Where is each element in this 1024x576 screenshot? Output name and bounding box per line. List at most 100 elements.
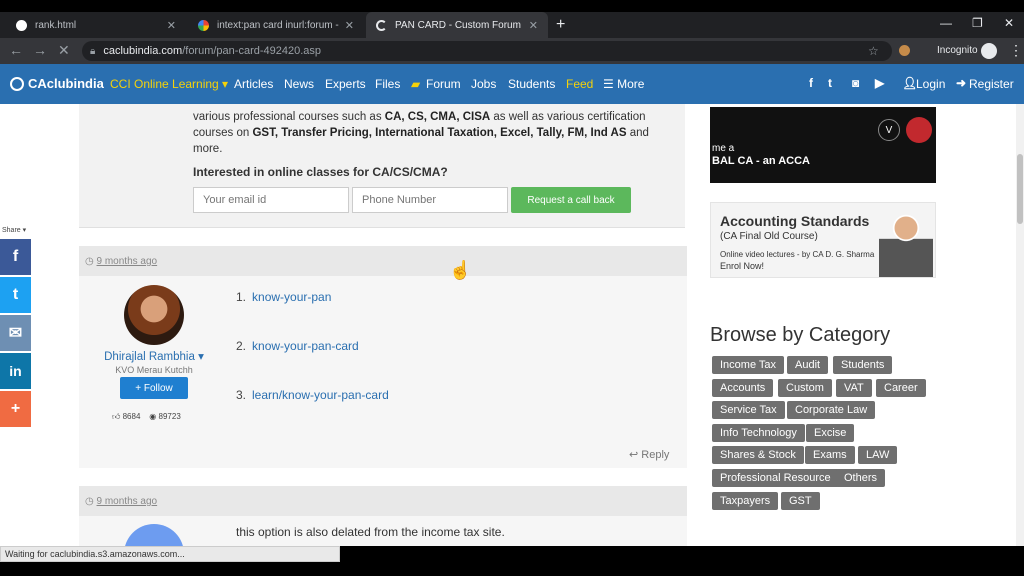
browse-category-title: Browse by Category xyxy=(710,324,891,346)
youtube-icon[interactable]: ▶ xyxy=(875,76,884,90)
category-tag[interactable]: Excise xyxy=(806,424,855,442)
forward-icon[interactable]: → xyxy=(33,42,47,58)
address-bar[interactable]: 🔒︎ caclubindia.com /forum/pan-card-49242… xyxy=(82,41,892,61)
instagram-icon[interactable]: ◙ xyxy=(852,76,859,90)
close-icon[interactable]: ✕ xyxy=(345,19,354,32)
promo-line2-end: and xyxy=(626,127,649,139)
email-input[interactable] xyxy=(193,187,349,213)
nav-forum[interactable]: Forum xyxy=(426,77,461,91)
share-more-icon[interactable]: + xyxy=(0,391,31,427)
request-callback-button[interactable]: Request a call back xyxy=(511,187,631,213)
nav-more[interactable]: ☰ More xyxy=(603,77,644,91)
banner2-cta: Enrol Now! xyxy=(720,261,765,271)
share-email-icon[interactable]: ✉ xyxy=(0,315,31,351)
category-tag[interactable]: Professional Resource xyxy=(712,469,839,487)
list-link[interactable]: know-your-pan-card xyxy=(252,339,359,353)
post-header: ◷ 9 months ago xyxy=(79,246,687,276)
category-tag[interactable]: Shares & Stock xyxy=(712,446,804,464)
stop-icon[interactable]: ✕ xyxy=(58,42,70,59)
category-tag[interactable]: Info Technology xyxy=(712,424,805,442)
category-tag[interactable]: VAT xyxy=(836,379,872,397)
share-linkedin-icon[interactable]: in xyxy=(0,353,31,389)
signin-icon: ➜ xyxy=(956,76,967,90)
back-icon[interactable]: ← xyxy=(9,42,23,58)
login-link[interactable]: Login xyxy=(916,77,945,91)
bookmark-star-icon[interactable]: ☆ xyxy=(868,44,879,58)
avatar[interactable] xyxy=(124,285,184,345)
close-icon[interactable]: ✕ xyxy=(529,19,538,32)
thumbs-up-icon: 👍︎ xyxy=(112,412,121,421)
register-link[interactable]: Register xyxy=(969,77,1014,91)
browser-tab-rank[interactable]: rank.html ✕ xyxy=(6,12,186,38)
reply-button[interactable]: ↩ Reply xyxy=(629,448,669,461)
hand-cursor-icon: ☝ xyxy=(449,260,472,280)
category-tag[interactable]: LAW xyxy=(858,446,898,464)
category-tag[interactable]: Accounts xyxy=(712,379,774,397)
list-link[interactable]: know-your-pan xyxy=(252,290,331,304)
nav-jobs[interactable]: Jobs xyxy=(471,77,496,91)
category-tag[interactable]: Audit xyxy=(787,356,829,374)
promo-text: various professional courses such as CA,… xyxy=(193,109,673,157)
category-tag[interactable]: Students xyxy=(833,356,893,374)
user-stats: 👍︎ 8684 ◉ 89723 xyxy=(112,412,181,422)
browser-tab-pancard[interactable]: PAN CARD - Custom Forum ✕ xyxy=(366,12,548,38)
category-tag[interactable]: GST xyxy=(781,492,820,510)
phone-input[interactable] xyxy=(352,187,508,213)
forum-icon: ▰ xyxy=(411,77,421,91)
follow-button[interactable]: + Follow xyxy=(120,377,188,399)
user-name-link[interactable]: Dhirajlal Rambhia ▾ xyxy=(79,349,229,363)
presenter-photo xyxy=(879,207,933,277)
nav-online-learning[interactable]: CCI Online Learning ▾ xyxy=(110,77,228,91)
post-text: this option is also delated from the inc… xyxy=(236,525,505,539)
tab-title: rank.html xyxy=(35,19,77,31)
promo-line2-bold: GST, Transfer Pricing, International Tax… xyxy=(252,127,627,139)
category-tag[interactable]: Career xyxy=(876,379,926,397)
category-tag[interactable]: Exams xyxy=(805,446,855,464)
google-icon xyxy=(198,19,209,31)
nav-news[interactable]: News xyxy=(284,77,314,91)
brand-logo-icon: V xyxy=(878,119,900,141)
nav-files[interactable]: Files xyxy=(375,77,400,91)
category-tag[interactable]: Corporate Law xyxy=(787,401,876,419)
share-twitter-icon[interactable]: t xyxy=(0,277,31,313)
new-tab-icon[interactable]: + xyxy=(556,16,565,34)
window-close-icon[interactable]: ✕ xyxy=(1004,16,1014,30)
browser-status-bar: Waiting for caclubindia.s3.amazonaws.com… xyxy=(0,546,340,562)
browser-menu-icon[interactable]: ⋮ xyxy=(1009,42,1023,59)
twitter-icon[interactable]: t xyxy=(828,76,832,90)
category-tag[interactable]: Others xyxy=(836,469,886,487)
ad-banner-accounting-standards[interactable]: Accounting Standards (CA Final Old Cours… xyxy=(710,202,936,278)
minimize-icon[interactable]: — xyxy=(940,16,952,30)
promo-line3: more. xyxy=(193,143,223,155)
avatar[interactable] xyxy=(124,524,184,546)
category-tag[interactable]: Custom xyxy=(778,379,832,397)
nav-feed[interactable]: Feed xyxy=(566,77,593,91)
nav-students[interactable]: Students xyxy=(508,77,555,91)
badge-icon xyxy=(906,117,932,143)
share-facebook-icon[interactable]: f xyxy=(0,239,31,275)
browser-tab-google[interactable]: intext:pan card inurl:forum - Goo ✕ xyxy=(188,12,364,38)
category-tag[interactable]: Taxpayers xyxy=(712,492,779,510)
ad-banner-acca[interactable]: me a BAL CA - an ACCA V xyxy=(710,107,936,183)
user-icon: 👤︎ xyxy=(902,76,918,90)
list-link[interactable]: learn/know-your-pan-card xyxy=(252,388,389,402)
share-label[interactable]: Share ▾ xyxy=(0,226,30,238)
facebook-icon[interactable]: f xyxy=(809,76,813,90)
scrollbar-thumb[interactable] xyxy=(1017,154,1023,224)
post-time[interactable]: 9 months ago xyxy=(97,256,158,267)
page-scrollbar[interactable] xyxy=(1016,104,1024,546)
url-host: caclubindia.com xyxy=(103,45,183,57)
restore-icon[interactable]: ❐ xyxy=(972,16,983,30)
cookie-icon[interactable] xyxy=(899,45,910,56)
category-tag[interactable]: Income Tax xyxy=(712,356,785,374)
site-logo[interactable]: CAclubindia xyxy=(10,76,104,91)
incognito-icon[interactable] xyxy=(981,43,997,59)
post-time[interactable]: 9 months ago xyxy=(97,496,158,507)
promo-card: various professional courses such as CA,… xyxy=(79,104,685,228)
reply-icon: ↩ xyxy=(629,449,639,461)
nav-experts[interactable]: Experts xyxy=(325,77,366,91)
close-icon[interactable]: ✕ xyxy=(167,19,176,32)
category-tag[interactable]: Service Tax xyxy=(712,401,785,419)
banner1-line2: BAL CA - an ACCA xyxy=(712,155,810,167)
nav-articles[interactable]: Articles xyxy=(234,77,273,91)
